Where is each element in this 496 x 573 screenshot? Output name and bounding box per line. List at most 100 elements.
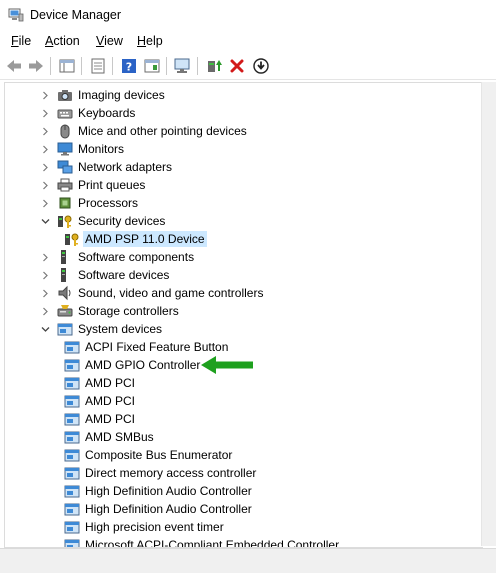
printer-icon [57,178,73,192]
system-folder-icon [64,539,80,547]
menu-accelerator: F [11,34,19,48]
chevron-right-icon [42,163,48,171]
chevron-right-icon[interactable] [39,266,51,284]
tree-device-row[interactable]: ACPI Fixed Feature Button [58,338,230,356]
back-button[interactable] [4,56,24,76]
uninstall-device-button[interactable] [227,56,247,76]
tree-category-row[interactable]: Software components [39,248,196,266]
tree-item-label: Imaging devices [78,88,165,102]
enable-device-button[interactable] [251,56,271,76]
tree-device-row[interactable]: AMD PCI [58,410,137,428]
help-button[interactable]: ? [119,56,139,76]
monitor-icon [57,142,73,156]
tree-device-row[interactable]: AMD GPIO Controller [58,356,202,374]
tree-device-row[interactable]: High precision event timer [58,518,226,536]
chevron-down-icon [41,218,49,224]
mouse-icon [60,124,70,139]
tree-category-row[interactable]: Software devices [39,266,171,284]
chevron-right-icon[interactable] [39,248,51,266]
menu-help[interactable]: Help [136,34,164,48]
system-folder-icon [64,483,80,499]
monitor-icon [57,141,73,157]
properties-button[interactable] [88,56,108,76]
tree-device-row[interactable]: High Definition Audio Controller [58,500,254,518]
menu-label-rest: elp [146,34,163,48]
system-folder-icon [64,413,80,426]
forward-button[interactable] [26,56,46,76]
scan-hardware-button[interactable] [173,56,193,76]
tree-category-row[interactable]: Mice and other pointing devices [39,122,249,140]
software-icon [61,250,66,264]
back-arrow-icon [7,60,21,72]
chevron-right-icon [42,271,48,279]
tree-category-row[interactable]: Imaging devices [39,86,167,104]
tree-device-row[interactable]: AMD SMBus [58,428,156,446]
download-circle-icon [253,58,269,74]
chevron-right-icon[interactable] [39,104,51,122]
tree-item-label: AMD SMBus [85,430,154,444]
action-pane-button[interactable] [142,56,162,76]
tree-category-row[interactable]: Network adapters [39,158,174,176]
vertical-scrollbar[interactable] [481,82,496,546]
tree-item-label: Composite Bus Enumerator [85,448,233,462]
tree-category-row[interactable]: Security devices [39,212,167,230]
device-manager-icon [8,8,24,22]
show-hide-console-tree-button[interactable] [57,56,77,76]
help-icon: ? [122,59,136,74]
system-folder-icon [64,377,80,390]
tree-category-row[interactable]: Print queues [39,176,147,194]
green-arrow-icon [201,356,253,374]
chevron-right-icon[interactable] [39,140,51,158]
tree-item-label: Keyboards [78,106,136,120]
system-folder-icon [64,411,80,427]
tree-device-row[interactable]: AMD PSP 11.0 Device [58,230,207,248]
tree-device-row[interactable]: Direct memory access controller [58,464,258,482]
system-folder-icon [64,359,80,372]
chevron-right-icon [42,181,48,189]
tree-category-row[interactable]: Sound, video and game controllers [39,284,265,302]
update-driver-icon [208,60,222,72]
chevron-right-icon[interactable] [39,158,51,176]
network-icon [57,160,73,174]
tree-item-label: Network adapters [78,160,173,174]
chevron-right-icon[interactable] [39,284,51,302]
menu-label-rest: iew [104,34,123,48]
tree-category-row[interactable]: Monitors [39,140,126,158]
tree-device-row[interactable]: High Definition Audio Controller [58,482,254,500]
title-bar: Device Manager [0,0,496,32]
chevron-right-icon[interactable] [39,86,51,104]
menu-view[interactable]: View [95,34,124,48]
system-folder-icon [64,485,80,498]
tree-device-row[interactable]: Microsoft ACPI-Compliant Embedded Contro… [58,536,341,547]
printer-icon [57,177,73,193]
chevron-down-icon [41,326,49,332]
tree-category-row[interactable]: Keyboards [39,104,137,122]
menu-file[interactable]: File [10,34,32,48]
tree-item-label: Software components [78,250,195,264]
tree-item-label: High precision event timer [85,520,224,534]
device-tree[interactable]: Imaging devices Keyboards Mice and other p… [4,82,483,548]
chevron-right-icon[interactable] [39,302,51,320]
chevron-down-icon[interactable] [39,212,51,230]
tree-category-row[interactable]: Storage controllers [39,302,181,320]
tree-device-row[interactable]: AMD PCI [58,392,137,410]
system-folder-icon [64,467,80,480]
chevron-down-icon[interactable] [39,320,51,338]
chevron-right-icon[interactable] [39,122,51,140]
chip-icon [59,197,71,209]
menu-action[interactable]: Action [44,34,81,48]
tree-category-row[interactable]: System devices [39,320,164,338]
tree-category-row[interactable]: Processors [39,194,140,212]
speaker-icon [58,285,71,301]
update-driver-button[interactable] [204,56,224,76]
tree-device-row[interactable]: AMD PCI [58,374,137,392]
chip-icon [57,195,73,211]
chevron-right-icon[interactable] [39,194,51,212]
tree-item-label: Storage controllers [78,304,179,318]
tree-device-row[interactable]: Composite Bus Enumerator [58,446,234,464]
toolbar: ? [0,53,496,80]
system-folder-icon [64,357,80,373]
window-title: Device Manager [30,8,122,22]
chevron-right-icon[interactable] [39,176,51,194]
tree-item-label: AMD GPIO Controller [85,358,201,372]
